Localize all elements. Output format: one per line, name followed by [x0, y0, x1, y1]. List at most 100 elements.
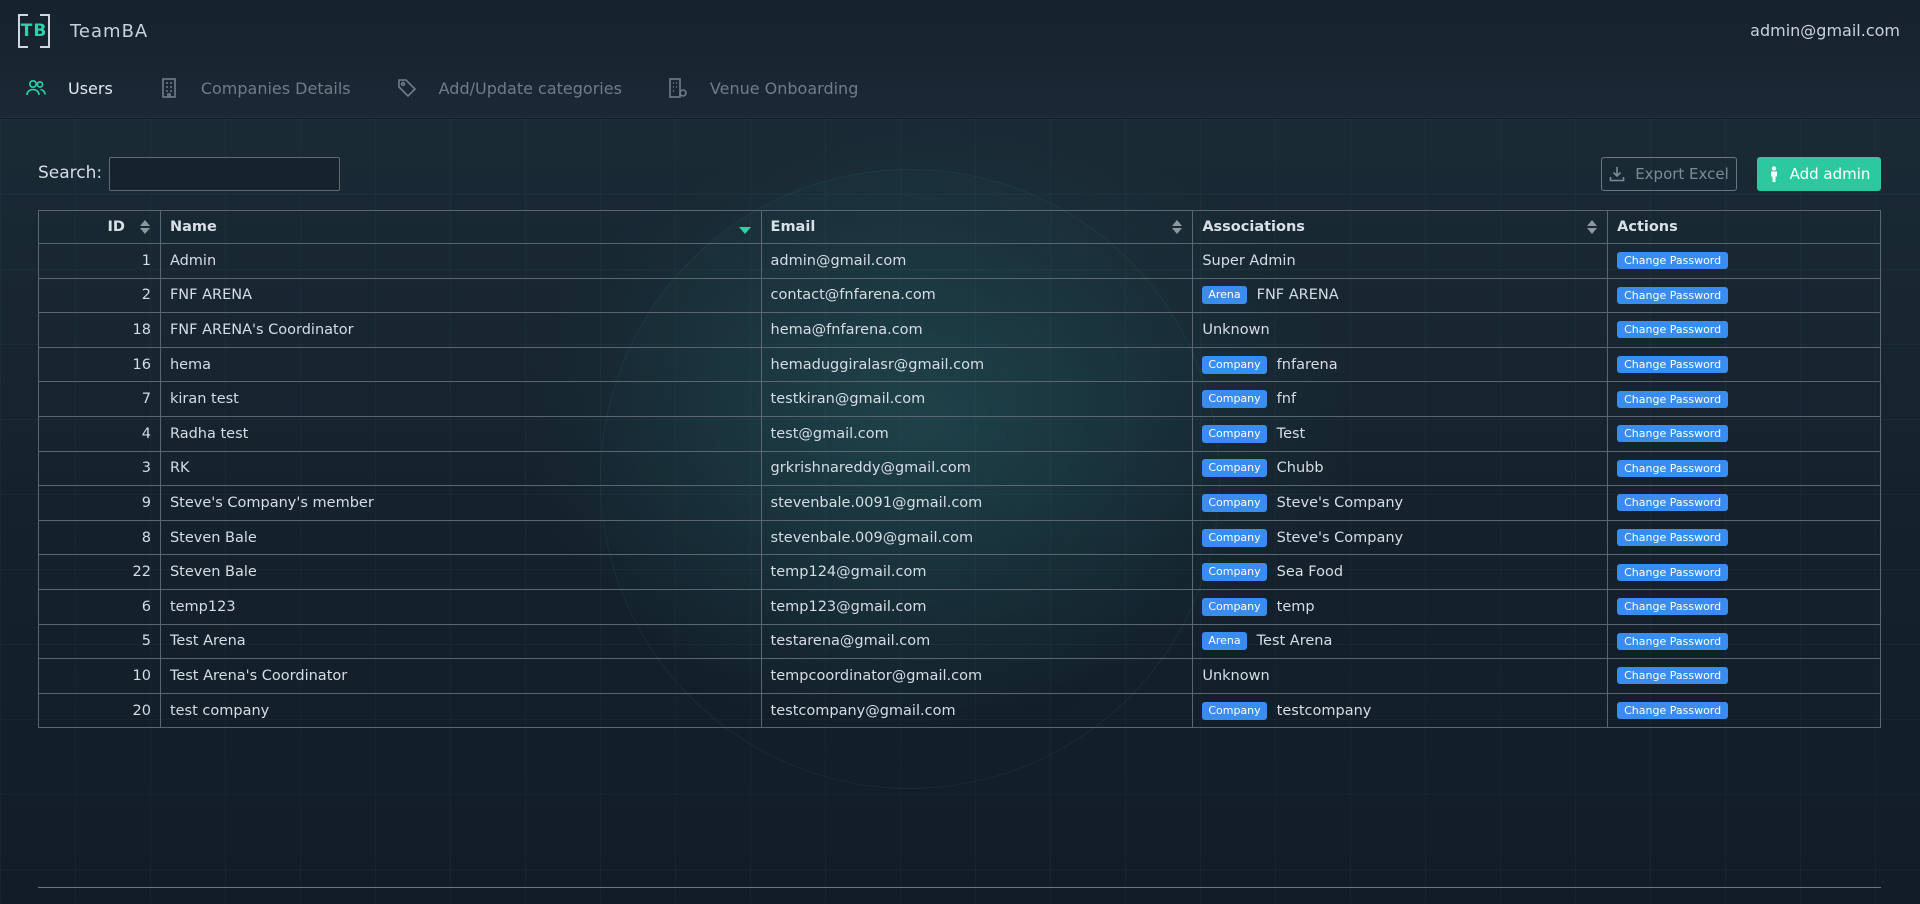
cell-associations: Super Admin — [1192, 243, 1609, 279]
change-password-button[interactable]: Change Password — [1617, 390, 1729, 408]
cell-id: 16 — [38, 346, 161, 383]
cell-name: Radha test — [159, 415, 762, 452]
change-password-button[interactable]: Change Password — [1617, 563, 1729, 581]
association-name: Chubb — [1276, 460, 1324, 477]
association-name: testcompany — [1276, 702, 1372, 719]
nav-item-users[interactable]: Users — [26, 78, 113, 98]
cell-email: admin@gmail.com — [760, 243, 1194, 279]
search-input[interactable] — [109, 157, 340, 191]
nav-item-venue-onboarding[interactable]: Venue Onboarding — [668, 78, 858, 98]
association-name: Steve's Company — [1276, 494, 1404, 511]
association-type-badge: Company — [1202, 563, 1267, 582]
user-email[interactable]: admin@gmail.com — [1750, 21, 1900, 40]
association-name: fnfarena — [1276, 356, 1338, 373]
cell-actions: Change Password — [1607, 415, 1881, 452]
column-header-email[interactable]: Email — [760, 210, 1194, 244]
cell-actions: Change Password — [1607, 554, 1881, 590]
change-password-button[interactable]: Change Password — [1617, 529, 1729, 547]
association-name: Unknown — [1202, 667, 1270, 684]
cell-id: 1 — [38, 243, 161, 279]
change-password-button[interactable]: Change Password — [1617, 702, 1729, 720]
change-password-button[interactable]: Change Password — [1617, 459, 1729, 477]
association-type-badge: Arena — [1202, 286, 1247, 305]
sort-icon — [1172, 220, 1183, 234]
cell-id: 20 — [38, 692, 161, 729]
nav-item-companies-details[interactable]: Companies Details — [159, 78, 351, 98]
add-admin-button[interactable]: Add admin — [1757, 157, 1881, 191]
cell-name: Test Arena — [159, 623, 762, 660]
change-password-button[interactable]: Change Password — [1617, 667, 1729, 685]
cell-actions: Change Password — [1607, 381, 1881, 417]
nav-label: Companies Details — [200, 78, 351, 98]
sort-icon — [139, 220, 150, 234]
association-name: Sea Food — [1276, 564, 1344, 581]
cell-email: test@gmail.com — [760, 415, 1194, 452]
association-name: Test — [1276, 425, 1306, 442]
cell-name: kiran test — [159, 381, 762, 417]
app-name: TeamBA — [70, 20, 149, 42]
table-row: 2 FNF ARENA contact@fnfarena.com Arena FNF A… — [38, 277, 1881, 314]
table-row: 6 temp123 temp123@gmail.com Company temp Chan… — [38, 588, 1881, 625]
cell-email: grkrishnareddy@gmail.com — [760, 450, 1194, 487]
association-name: Steve's Company — [1276, 529, 1404, 546]
table-row: 18 FNF ARENA's Coordinator hema@fnfarena.c… — [38, 312, 1881, 348]
association-type-badge: Company — [1202, 701, 1267, 720]
brand[interactable]: TB TeamBA — [18, 14, 148, 48]
association-type-badge: Company — [1202, 355, 1267, 374]
nav-item-categories[interactable]: Add/Update categories — [397, 78, 622, 98]
search-label: Search: — [38, 163, 103, 183]
column-header-name[interactable]: Name — [159, 210, 762, 244]
column-label: Associations — [1202, 219, 1305, 235]
column-label: Email — [770, 219, 816, 235]
cell-email: contact@fnfarena.com — [760, 277, 1194, 314]
cell-associations: Company fnf — [1192, 381, 1609, 417]
cell-actions: Change Password — [1607, 450, 1881, 487]
change-password-button[interactable]: Change Password — [1617, 356, 1729, 374]
cell-name: test company — [159, 692, 762, 729]
association-type-badge: Company — [1202, 528, 1267, 547]
table-row: 7 kiran test testkiran@gmail.com Company fnf… — [38, 381, 1881, 417]
cell-associations: Arena FNF ARENA — [1192, 277, 1609, 314]
change-password-button[interactable]: Change Password — [1617, 598, 1729, 616]
cell-associations: Unknown — [1192, 312, 1609, 348]
change-password-button[interactable]: Change Password — [1617, 494, 1729, 512]
cell-name: Steven Bale — [159, 554, 762, 590]
change-password-button[interactable]: Change Password — [1617, 286, 1729, 304]
column-label: Name — [169, 219, 217, 235]
table-row: 4 Radha test test@gmail.com Company Test Chan… — [38, 415, 1881, 452]
cell-id: 22 — [38, 554, 161, 590]
cell-id: 18 — [38, 312, 161, 348]
app-logo: TB — [18, 14, 50, 48]
change-password-button[interactable]: Change Password — [1617, 632, 1729, 650]
cell-email: hemaduggiralasr@gmail.com — [760, 346, 1194, 383]
cell-name: Steve's Company's member — [159, 485, 762, 521]
export-excel-button[interactable]: Export Excel — [1601, 157, 1737, 191]
change-password-button[interactable]: Change Password — [1617, 425, 1729, 443]
cell-email: stevenbale.0091@gmail.com — [760, 485, 1194, 521]
column-header-id[interactable]: ID — [38, 210, 161, 244]
cell-name: RK — [159, 450, 762, 487]
association-type-badge: Company — [1202, 459, 1267, 478]
cell-associations: Unknown — [1192, 658, 1609, 694]
cell-id: 3 — [38, 450, 161, 487]
cell-id: 10 — [38, 658, 161, 694]
cell-actions: Change Password — [1607, 658, 1881, 694]
download-icon — [1609, 166, 1625, 182]
nav-label: Add/Update categories — [438, 78, 622, 98]
association-name: fnf — [1276, 391, 1297, 408]
cell-name: Test Arena's Coordinator — [159, 658, 762, 694]
change-password-button[interactable]: Change Password — [1617, 252, 1729, 270]
cell-name: Admin — [159, 243, 762, 279]
column-label: ID — [107, 219, 125, 235]
cell-id: 2 — [38, 277, 161, 314]
change-password-button[interactable]: Change Password — [1617, 321, 1729, 339]
cell-email: temp124@gmail.com — [760, 554, 1194, 590]
column-header-actions: Actions — [1607, 210, 1881, 244]
column-header-associations[interactable]: Associations — [1192, 210, 1609, 244]
cell-actions: Change Password — [1607, 277, 1881, 314]
cell-actions: Change Password — [1607, 519, 1881, 556]
cell-actions: Change Password — [1607, 312, 1881, 348]
cell-name: temp123 — [159, 588, 762, 625]
cell-actions: Change Password — [1607, 243, 1881, 279]
cell-email: tempcoordinator@gmail.com — [760, 658, 1194, 694]
